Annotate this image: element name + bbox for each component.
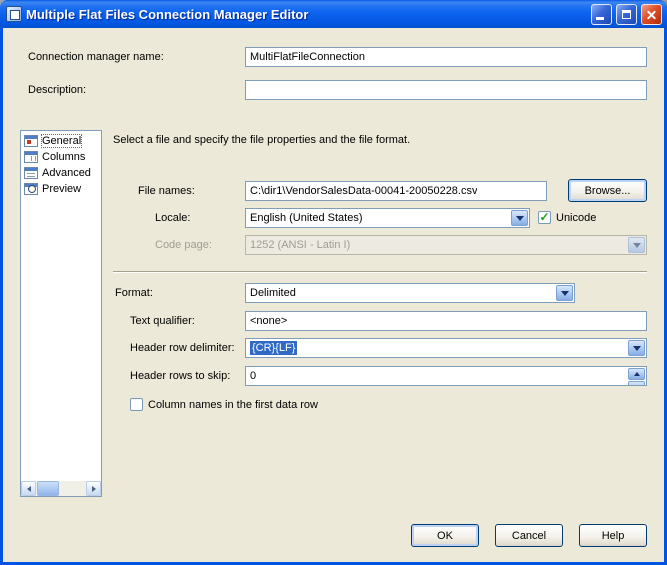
scroll-left-button[interactable] — [21, 481, 36, 496]
dialog-body: Connection manager name: MultiFlatFileCo… — [3, 28, 664, 562]
minimize-icon — [596, 17, 604, 20]
preview-page-icon — [24, 183, 38, 195]
close-icon — [646, 9, 657, 20]
code-page-label: Code page: — [155, 239, 212, 251]
advanced-page-icon — [24, 167, 38, 179]
sidebar-item-label: Columns — [42, 151, 85, 163]
window-title: Multiple Flat Files Connection Manager E… — [26, 7, 587, 22]
connection-name-input[interactable]: MultiFlatFileConnection — [245, 47, 647, 67]
locale-select[interactable]: English (United States) — [245, 208, 530, 228]
locale-label: Locale: — [155, 212, 190, 224]
arrow-right-icon — [92, 486, 99, 492]
sidebar-item-label: General — [42, 135, 81, 147]
header-rows-to-skip-value: 0 — [250, 370, 256, 382]
maximize-button[interactable] — [616, 4, 637, 25]
header-row-delimiter-select[interactable]: {CR}{LF} — [245, 338, 647, 358]
format-value: Delimited — [250, 287, 296, 299]
format-select[interactable]: Delimited — [245, 283, 575, 303]
column-names-checkbox-label: Column names in the first data row — [148, 399, 318, 411]
header-rows-to-skip-stepper[interactable]: 0 — [245, 366, 647, 386]
arrow-down-icon — [634, 385, 640, 386]
general-page-icon — [24, 135, 38, 147]
close-button[interactable] — [641, 4, 662, 25]
arrow-up-icon — [634, 369, 640, 376]
sidebar-list: General Columns Advanced Preview — [20, 130, 102, 497]
code-page-select: 1252 (ANSI - Latin I) — [245, 235, 647, 255]
dialog-window: Multiple Flat Files Connection Manager E… — [0, 0, 667, 565]
file-names-label: File names: — [138, 185, 195, 197]
titlebar[interactable]: Multiple Flat Files Connection Manager E… — [0, 0, 667, 28]
chevron-down-icon[interactable] — [628, 340, 645, 356]
checkbox-icon[interactable]: ✓ — [130, 398, 143, 411]
cancel-button[interactable]: Cancel — [495, 524, 563, 547]
text-qualifier-value: <none> — [250, 315, 287, 327]
sidebar-horizontal-scrollbar[interactable] — [21, 481, 101, 496]
sidebar-item-label: Advanced — [42, 167, 91, 179]
stepper-buttons — [628, 368, 645, 384]
browse-button[interactable]: Browse... — [568, 179, 647, 202]
columns-page-icon — [24, 151, 38, 163]
description-input[interactable] — [245, 80, 647, 100]
text-qualifier-label: Text qualifier: — [130, 315, 195, 327]
header-row-delimiter-label: Header row delimiter: — [130, 342, 235, 354]
app-icon — [6, 6, 22, 22]
connection-name-value: MultiFlatFileConnection — [250, 51, 365, 63]
connection-name-label: Connection manager name: — [28, 51, 164, 63]
sidebar-item-preview[interactable]: Preview — [22, 181, 100, 197]
spin-up-button[interactable] — [628, 368, 645, 380]
file-names-value: C:\dir1\VendorSalesData-00041-20050228.c… — [250, 185, 477, 197]
text-qualifier-input[interactable]: <none> — [245, 311, 647, 331]
section-divider — [113, 271, 647, 272]
arrow-left-icon — [24, 486, 31, 492]
maximize-icon — [622, 10, 631, 19]
sidebar-item-advanced[interactable]: Advanced — [22, 165, 100, 181]
help-button[interactable]: Help — [579, 524, 647, 547]
unicode-checkbox-label: Unicode — [556, 212, 596, 224]
ok-button[interactable]: OK — [411, 524, 479, 547]
header-rows-to-skip-label: Header rows to skip: — [130, 370, 230, 382]
sidebar-item-label: Preview — [42, 183, 81, 195]
file-names-input[interactable]: C:\dir1\VendorSalesData-00041-20050228.c… — [245, 181, 547, 201]
checkbox-icon[interactable]: ✓ — [538, 211, 551, 224]
chevron-down-icon — [628, 237, 645, 253]
sidebar-item-columns[interactable]: Columns — [22, 149, 100, 165]
chevron-down-icon[interactable] — [556, 285, 573, 301]
page-instruction: Select a file and specify the file prope… — [113, 134, 410, 146]
unicode-checkbox[interactable]: ✓ Unicode — [538, 211, 596, 224]
format-label: Format: — [115, 287, 153, 299]
locale-value: English (United States) — [250, 212, 363, 224]
sidebar-item-general[interactable]: General — [22, 133, 100, 149]
code-page-value: 1252 (ANSI - Latin I) — [250, 239, 350, 251]
description-label: Description: — [28, 84, 86, 96]
header-row-delimiter-value: {CR}{LF} — [250, 341, 297, 355]
spin-down-button[interactable] — [628, 381, 645, 386]
chevron-down-icon[interactable] — [511, 210, 528, 226]
scroll-right-button[interactable] — [86, 481, 101, 496]
column-names-checkbox[interactable]: ✓ Column names in the first data row — [130, 398, 318, 411]
minimize-button[interactable] — [591, 4, 612, 25]
scrollbar-thumb[interactable] — [37, 481, 59, 496]
